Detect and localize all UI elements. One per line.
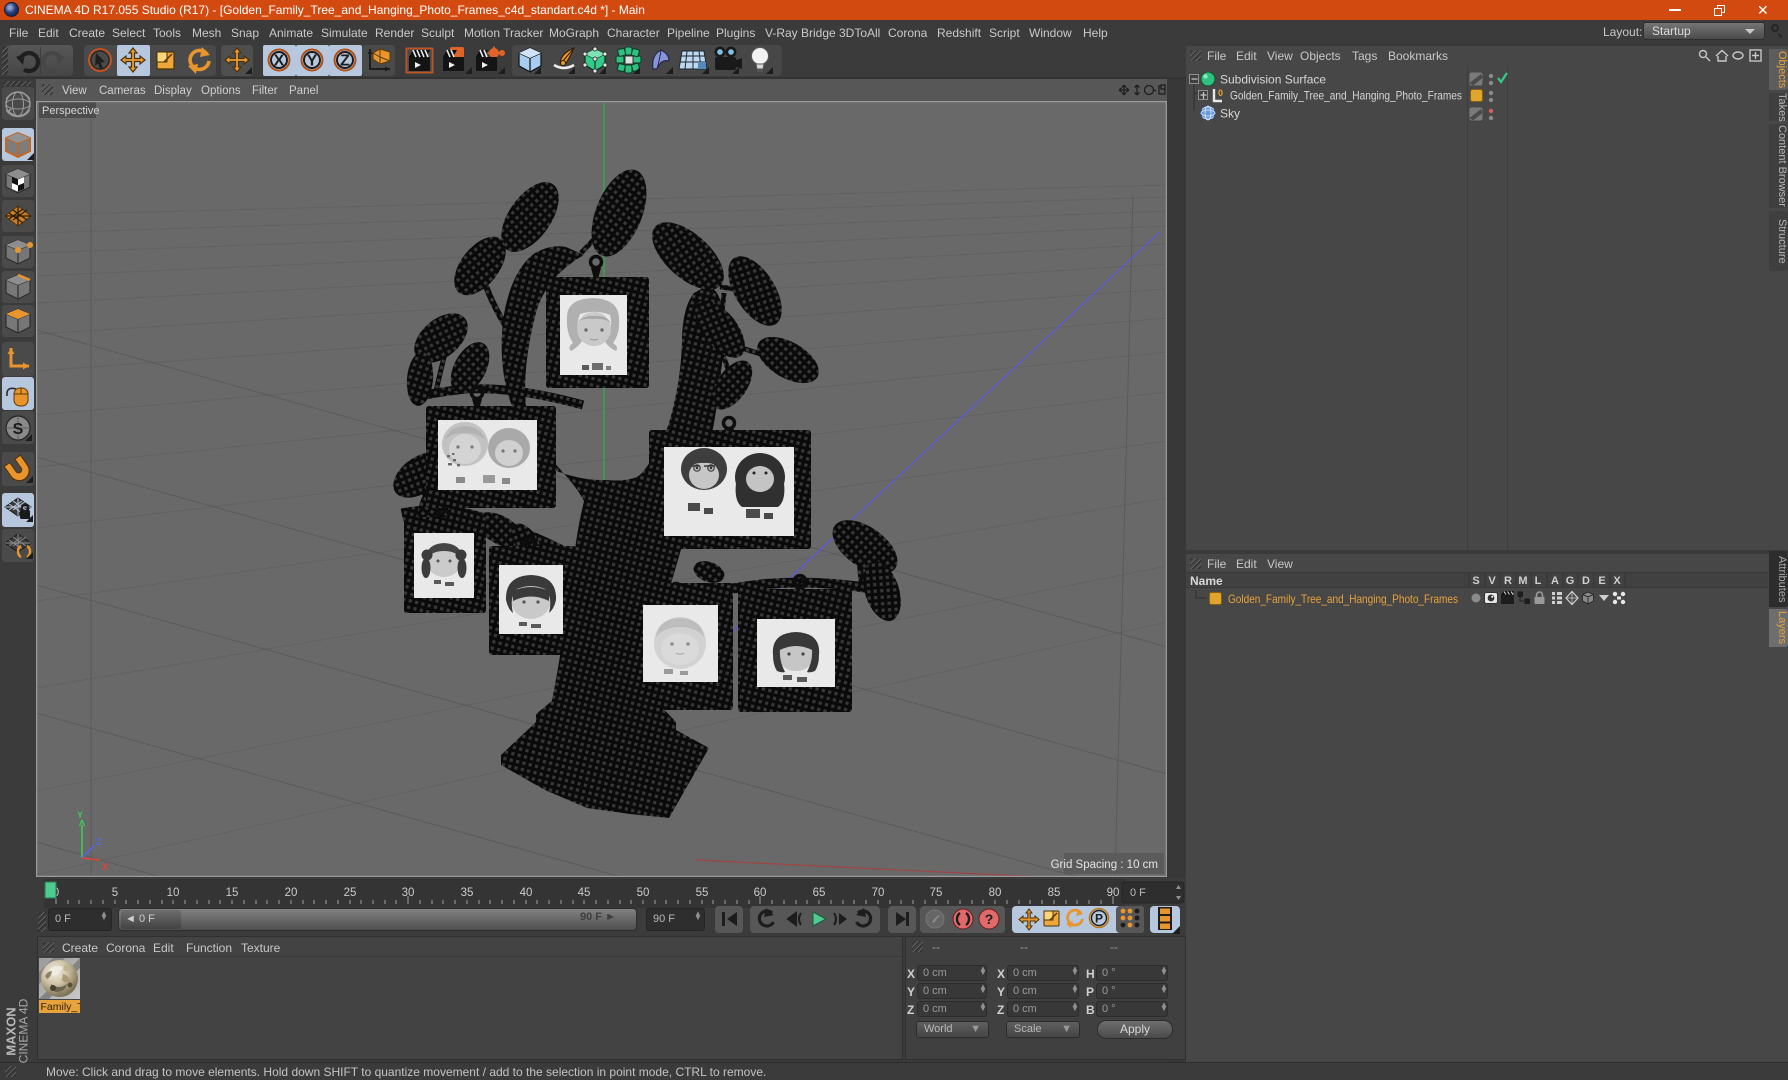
svg-text:G: G bbox=[1566, 575, 1575, 587]
svg-text:Subdivision Surface: Subdivision Surface bbox=[1220, 73, 1326, 87]
svg-text:A: A bbox=[1551, 575, 1559, 587]
svg-text:70: 70 bbox=[872, 887, 885, 899]
svg-text:5: 5 bbox=[112, 887, 118, 899]
svg-text:?: ? bbox=[985, 911, 994, 927]
svg-text:Y: Y bbox=[77, 810, 83, 820]
svg-text:45: 45 bbox=[578, 887, 591, 899]
svg-text:Grid Spacing : 10 cm: Grid Spacing : 10 cm bbox=[1051, 859, 1158, 871]
svg-text:V: V bbox=[1488, 575, 1496, 587]
svg-text:10: 10 bbox=[167, 887, 180, 899]
svg-text:40: 40 bbox=[520, 887, 533, 899]
svg-text:25: 25 bbox=[344, 887, 357, 899]
svg-text:X: X bbox=[1613, 575, 1621, 587]
svg-text:Sky: Sky bbox=[1220, 107, 1240, 121]
svg-text:R: R bbox=[1504, 575, 1512, 587]
svg-text:55: 55 bbox=[696, 887, 709, 899]
svg-text:Z: Z bbox=[340, 53, 350, 70]
svg-text:D: D bbox=[1582, 575, 1590, 587]
svg-text:75: 75 bbox=[930, 887, 943, 899]
svg-text:80: 80 bbox=[989, 887, 1002, 899]
svg-text:50: 50 bbox=[637, 887, 650, 899]
svg-text:85: 85 bbox=[1048, 887, 1061, 899]
svg-text:X: X bbox=[102, 862, 108, 872]
svg-text:X: X bbox=[274, 53, 285, 70]
svg-text:Perspective: Perspective bbox=[42, 105, 99, 117]
svg-text:S: S bbox=[13, 421, 24, 438]
svg-text:E: E bbox=[1598, 575, 1605, 587]
svg-text:Golden_Family_Tree_and_Hanging: Golden_Family_Tree_and_Hanging_Photo_Fra… bbox=[1230, 89, 1462, 103]
svg-text:20: 20 bbox=[285, 887, 298, 899]
svg-text:Family_T: Family_T bbox=[41, 1001, 81, 1013]
svg-text:0: 0 bbox=[1218, 88, 1223, 98]
svg-text:0 F: 0 F bbox=[1130, 887, 1146, 899]
svg-text:Golden_Family_Tree_and_Hanging: Golden_Family_Tree_and_Hanging_Photo_Fra… bbox=[1228, 592, 1458, 606]
svg-text:L: L bbox=[1535, 575, 1542, 587]
svg-text:S: S bbox=[1472, 575, 1479, 587]
svg-text:15: 15 bbox=[226, 887, 239, 899]
svg-text:M: M bbox=[1518, 575, 1527, 587]
svg-text:Y: Y bbox=[307, 53, 318, 70]
svg-text:P: P bbox=[1095, 912, 1103, 926]
svg-text:65: 65 bbox=[813, 887, 826, 899]
svg-text:35: 35 bbox=[461, 887, 474, 899]
svg-text:Z: Z bbox=[96, 837, 102, 847]
